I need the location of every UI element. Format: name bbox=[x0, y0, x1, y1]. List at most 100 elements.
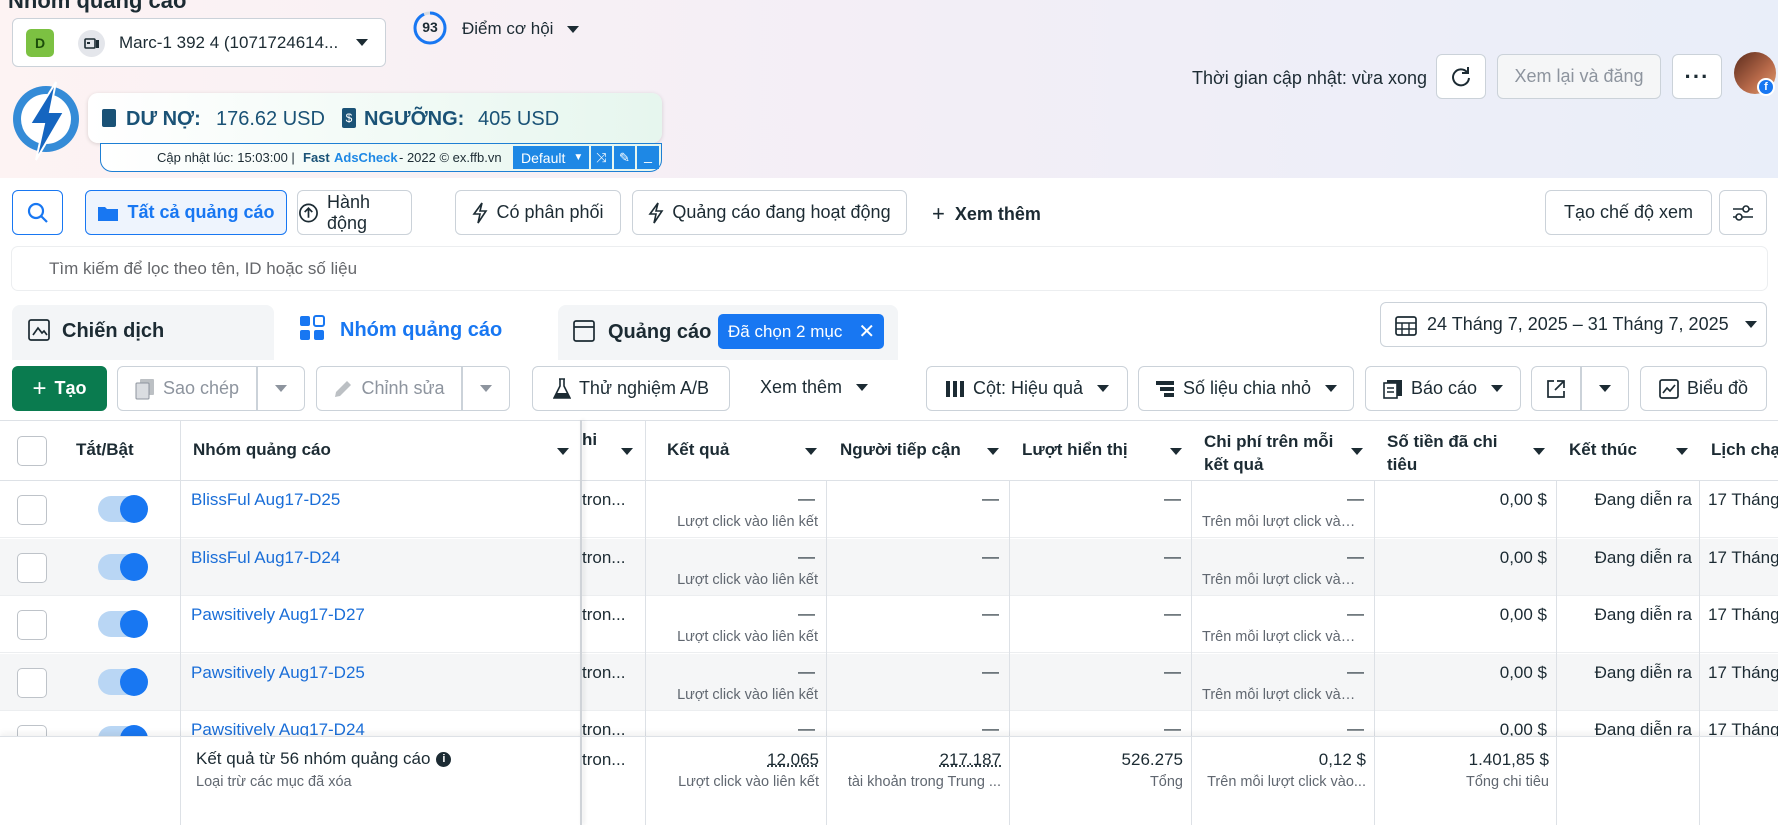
sort-caret-icon[interactable] bbox=[1676, 448, 1688, 455]
col-end[interactable]: Kết thúc bbox=[1569, 420, 1637, 480]
minimize-button[interactable]: _ bbox=[637, 146, 659, 169]
minimize-icon: _ bbox=[644, 147, 652, 163]
selected-badge[interactable]: Đã chọn 2 mục ✕ bbox=[718, 314, 884, 349]
sort-caret-icon[interactable] bbox=[557, 448, 569, 455]
toolbar-see-more[interactable]: Xem thêm bbox=[760, 377, 868, 398]
table-row[interactable]: BlissFul Aug17-D25 tron... — Lượt click … bbox=[0, 481, 1778, 538]
col-adset-name[interactable]: Nhóm quảng cáo bbox=[193, 420, 331, 480]
report-icon bbox=[1383, 379, 1403, 399]
adset-name-link[interactable]: BlissFul Aug17-D24 bbox=[191, 548, 340, 568]
row-checkbox[interactable] bbox=[17, 668, 47, 698]
table-row[interactable]: Pawsitively Aug17-D25 tron... — Lượt cli… bbox=[0, 654, 1778, 711]
copy-icon bbox=[135, 378, 155, 400]
row-impressions: — bbox=[1012, 489, 1181, 509]
update-time: Thời gian cập nhật: vừa xong bbox=[1192, 68, 1427, 89]
sort-caret-icon[interactable] bbox=[987, 448, 999, 455]
summary-reach-sub: tài khoản trong Trung ... bbox=[830, 774, 1001, 790]
row-cost-per-result: — bbox=[1194, 547, 1364, 567]
breakdown-button[interactable]: Số liệu chia nhỏ bbox=[1138, 366, 1354, 411]
adset-name-link[interactable]: Pawsitively Aug17-D25 bbox=[191, 663, 365, 683]
table-row[interactable]: Pawsitively Aug17-D27 tron... — Lượt cli… bbox=[0, 596, 1778, 653]
row-toggle[interactable] bbox=[98, 554, 146, 580]
mode-select[interactable]: Default ▼ bbox=[513, 146, 589, 169]
tab-ads[interactable]: Quảng cáo Đã chọn 2 mục ✕ bbox=[558, 305, 898, 360]
tab-campaign[interactable]: Chiến dịch bbox=[12, 305, 274, 360]
date-range-picker[interactable]: 24 Tháng 7, 2025 – 31 Tháng 7, 2025 bbox=[1380, 302, 1767, 347]
report-button[interactable]: Báo cáo bbox=[1365, 366, 1521, 411]
copy-dropdown[interactable] bbox=[257, 366, 305, 411]
mode-value: Default bbox=[521, 150, 565, 166]
col-cost-per-result[interactable]: Chi phí trên mỗi kết quả bbox=[1204, 430, 1333, 476]
copy-button[interactable]: Sao chép bbox=[117, 366, 257, 411]
col-reach[interactable]: Người tiếp cận bbox=[840, 420, 961, 480]
more-options-button[interactable]: ··· bbox=[1672, 54, 1722, 99]
info-icon[interactable]: i bbox=[436, 752, 451, 767]
summary-cost-per-result: 0,12 $ bbox=[1194, 750, 1366, 770]
select-all-checkbox[interactable] bbox=[17, 436, 47, 466]
filter-settings-button[interactable] bbox=[1719, 190, 1767, 235]
row-toggle[interactable] bbox=[98, 611, 146, 637]
ab-test-button[interactable]: Thử nghiệm A/B bbox=[532, 366, 730, 411]
sort-caret-icon[interactable] bbox=[621, 448, 633, 455]
edit-button[interactable]: Chỉnh sửa bbox=[316, 366, 462, 411]
col-toggle[interactable]: Tắt/Bật bbox=[76, 420, 134, 480]
page-title: Nhóm quảng cáo bbox=[8, 0, 186, 14]
toggle-knob bbox=[120, 553, 148, 581]
edit-button[interactable]: ✎ bbox=[614, 146, 635, 169]
search-button[interactable] bbox=[12, 190, 63, 235]
chevron-down-icon bbox=[1491, 385, 1503, 392]
adset-name-link[interactable]: Pawsitively Aug17-D27 bbox=[191, 605, 365, 625]
filter-actions[interactable]: Hành động bbox=[297, 190, 412, 235]
copyright: - 2022 © ex.ffb.vn bbox=[399, 150, 502, 165]
chart-icon bbox=[1659, 379, 1679, 399]
refresh-button[interactable] bbox=[1436, 54, 1486, 99]
sort-caret-icon[interactable] bbox=[1170, 448, 1182, 455]
row-toggle[interactable] bbox=[98, 496, 146, 522]
shuffle-button[interactable]: ⤨ bbox=[591, 146, 612, 169]
row-reach: — bbox=[830, 547, 999, 567]
opportunity-score[interactable]: 93 Điểm cơ hội bbox=[412, 10, 592, 46]
upload-circle-icon bbox=[298, 202, 319, 224]
filter-see-more[interactable]: + Xem thêm bbox=[932, 201, 1041, 227]
row-checkbox[interactable] bbox=[17, 610, 47, 640]
adset-name-link[interactable]: BlissFul Aug17-D25 bbox=[191, 490, 340, 510]
edit-dropdown[interactable] bbox=[462, 366, 510, 411]
col-impressions[interactable]: Lượt hiển thị bbox=[1022, 420, 1128, 480]
filter-delivery[interactable]: Có phân phối bbox=[455, 190, 621, 235]
sort-caret-icon[interactable] bbox=[1351, 448, 1363, 455]
row-cost-per-result-sub: Trên mỗi lượt click vào... bbox=[1202, 514, 1360, 530]
filter-active-ads[interactable]: Quảng cáo đang hoạt động bbox=[632, 190, 907, 235]
review-publish-button[interactable]: Xem lại và đăng bbox=[1497, 54, 1661, 99]
export-button[interactable] bbox=[1531, 366, 1581, 411]
row-end: Đang diễn ra bbox=[1560, 663, 1692, 683]
account-selector[interactable]: D Marc-1 392 4 (1071724614... bbox=[12, 18, 386, 67]
account-badge: D bbox=[26, 29, 54, 57]
col-cost-per-result-line1: Chi phí trên mỗi bbox=[1204, 430, 1333, 453]
sort-caret-icon[interactable] bbox=[1533, 448, 1545, 455]
row-toggle[interactable] bbox=[98, 669, 146, 695]
chevron-down-icon bbox=[356, 39, 368, 46]
row-checkbox[interactable] bbox=[17, 553, 47, 583]
export-dropdown[interactable] bbox=[1581, 366, 1629, 411]
col-results[interactable]: Kết quả bbox=[667, 420, 729, 480]
close-icon[interactable]: ✕ bbox=[858, 319, 875, 344]
row-cost-per-result: — bbox=[1194, 604, 1364, 624]
row-result: — bbox=[660, 662, 815, 682]
create-button[interactable]: + Tạo bbox=[12, 366, 107, 411]
sort-caret-icon[interactable] bbox=[805, 448, 817, 455]
summary-cost-per-result-sub: Trên mỗi lượt click vào... bbox=[1194, 774, 1366, 790]
plus-icon: + bbox=[32, 375, 46, 403]
col-partial[interactable]: hi bbox=[582, 420, 597, 460]
calendar-icon bbox=[1395, 314, 1417, 336]
filter-all-ads[interactable]: Tất cả quảng cáo bbox=[85, 190, 287, 235]
col-schedule[interactable]: Lịch chạ bbox=[1711, 420, 1778, 480]
chart-button[interactable]: Biểu đồ bbox=[1640, 366, 1767, 411]
columns-button[interactable]: Cột: Hiệu quả bbox=[926, 366, 1128, 411]
create-view-button[interactable]: Tạo chế độ xem bbox=[1545, 190, 1712, 235]
row-checkbox[interactable] bbox=[17, 495, 47, 525]
tab-adsets[interactable]: Nhóm quảng cáo bbox=[285, 301, 547, 360]
table-row[interactable]: BlissFul Aug17-D24 tron... — Lượt click … bbox=[0, 539, 1778, 596]
chevron-down-icon bbox=[275, 385, 287, 392]
col-amount-spent[interactable]: Số tiền đã chi tiêu bbox=[1387, 430, 1498, 476]
search-input[interactable]: Tìm kiếm để lọc theo tên, ID hoặc số liệ… bbox=[12, 247, 1767, 290]
